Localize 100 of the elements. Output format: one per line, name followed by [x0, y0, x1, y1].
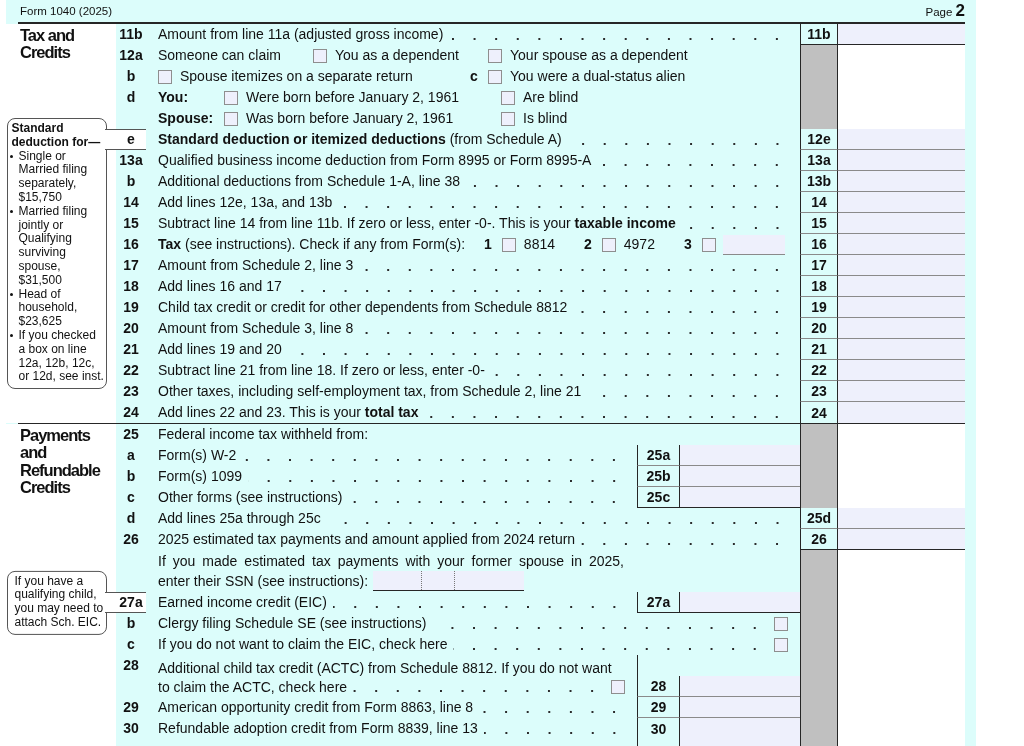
- line-label: 17: [123, 256, 139, 275]
- checkbox[interactable]: [611, 680, 625, 694]
- line-label: 11b: [119, 25, 143, 44]
- line-text: Other taxes, including self-employment tax, from Schedule 2, line 21: [158, 382, 582, 401]
- amount-field[interactable]: [837, 276, 965, 297]
- amount-field[interactable]: [837, 192, 965, 213]
- form-number: 1: [484, 235, 492, 254]
- line-text: Earned income credit (EIC): [158, 593, 327, 612]
- ssn-field[interactable]: [373, 571, 525, 591]
- checkbox[interactable]: [601, 237, 616, 252]
- line-text: Amount from line 11a (adjusted gross income): [158, 25, 444, 44]
- line-text: to claim the ACTC, check here: [158, 677, 348, 697]
- amount-field[interactable]: [837, 402, 965, 423]
- line-label: 30: [123, 719, 139, 738]
- checkbox[interactable]: [501, 111, 515, 126]
- amount-field[interactable]: [837, 381, 965, 402]
- amount-field[interactable]: [679, 676, 800, 697]
- checkbox[interactable]: [501, 90, 515, 105]
- note-heading: Standard deduction for—: [10, 122, 102, 150]
- line-label: b: [126, 614, 136, 633]
- line-text: 2025 estimated tax payments and amount applied from 2024 return: [158, 530, 576, 549]
- amount-field[interactable]: [837, 171, 965, 192]
- form-number-field[interactable]: [722, 234, 785, 255]
- section-title: Payments and Refundable Credits: [20, 426, 102, 497]
- amount-field[interactable]: [679, 697, 800, 718]
- amount-field[interactable]: [837, 150, 965, 171]
- line-label: 21: [123, 340, 139, 359]
- form-number: 2: [584, 235, 592, 254]
- bullet-icon: [9, 292, 13, 297]
- line-label: 25: [123, 425, 139, 444]
- amount-field[interactable]: [837, 234, 965, 255]
- amount-field[interactable]: [837, 529, 965, 550]
- line-text: enter their SSN (see instructions):: [158, 571, 369, 591]
- line-text: Tax (see instructions). Check if any from Form(s):: [158, 235, 466, 254]
- line-text: If you do not want to claim the EIC, check here: [158, 635, 448, 654]
- line-label: 24: [123, 403, 139, 422]
- amount-field[interactable]: [679, 592, 800, 613]
- checkbox[interactable]: [224, 90, 238, 105]
- amount-field[interactable]: [837, 360, 965, 381]
- checkbox[interactable]: [774, 637, 788, 652]
- line-text: Amount from Schedule 2, line 3: [158, 256, 354, 275]
- line-label: b: [126, 172, 136, 191]
- amount-field[interactable]: [837, 339, 965, 360]
- note-text: Married filing jointly or Qualifying surviving spouse, $31,500: [18, 204, 89, 288]
- checkbox[interactable]: [501, 237, 516, 252]
- checkbox[interactable]: [312, 48, 327, 63]
- form-label: 4972: [623, 235, 655, 254]
- line-label: d: [126, 88, 136, 107]
- section-title: Tax and Credits: [20, 26, 76, 62]
- line-text: Add lines 22 and 23. This is your total tax: [158, 403, 419, 422]
- amount-field[interactable]: [679, 466, 800, 487]
- checkbox[interactable]: [224, 111, 238, 126]
- amount-field[interactable]: [837, 318, 965, 339]
- option-label: Your spouse as a dependent: [510, 46, 688, 65]
- option-label: Was born before January 2, 1961: [246, 109, 454, 128]
- amount-field[interactable]: [837, 129, 965, 150]
- line-label: c: [127, 635, 135, 654]
- line-label: 14: [123, 193, 139, 212]
- amount-field[interactable]: [837, 255, 965, 276]
- line-text: Amount from Schedule 3, line 8: [158, 319, 354, 338]
- line-text: Standard deduction or itemized deductions (from Schedule A): [158, 130, 562, 149]
- option-label: Are blind: [523, 88, 579, 107]
- note-text: If you checked a box on line 12a, 12b, 12c, or 12d, see inst.: [18, 328, 105, 385]
- line-label: 28: [123, 656, 139, 675]
- line-label: c: [127, 488, 135, 507]
- amount-field[interactable]: [837, 24, 965, 45]
- note-text: Head of household, $23,625: [18, 287, 79, 329]
- amount-field[interactable]: [837, 508, 965, 529]
- line-text: Add lines 12e, 13a, and 13b: [158, 193, 333, 212]
- option-label: Is blind: [523, 109, 568, 128]
- line-label: a: [127, 446, 135, 465]
- line-label: 15: [123, 214, 139, 233]
- line-text: Subtract line 14 from line 11b. If zero or less, enter -0-. This is your taxable income: [158, 214, 676, 233]
- amount-field[interactable]: [837, 213, 965, 234]
- person-label: You:: [158, 88, 190, 107]
- option-label: You were a dual-status alien: [510, 67, 686, 86]
- amount-field[interactable]: [837, 297, 965, 318]
- line-text: Refundable adoption credit from Form 8839, line 13: [158, 719, 478, 738]
- amount-field[interactable]: [679, 487, 800, 508]
- line-label: 23: [123, 382, 139, 401]
- checkbox[interactable]: [488, 48, 502, 63]
- line-label: b: [126, 467, 136, 486]
- line-label: 22: [123, 361, 139, 380]
- line-label: e: [127, 130, 135, 149]
- bullet-icon: [9, 209, 13, 214]
- option-label: Were born before January 2, 1961: [246, 88, 459, 107]
- line-text: Clergy filing Schedule SE (see instructions): [158, 614, 427, 633]
- form-label: 8814: [523, 235, 555, 254]
- bullet-icon: [9, 154, 13, 159]
- amount-field[interactable]: [679, 718, 800, 739]
- line-label: d: [126, 509, 136, 528]
- checkbox[interactable]: [158, 69, 172, 84]
- amount-field[interactable]: [679, 445, 800, 466]
- checkbox[interactable]: [488, 69, 502, 84]
- line-text: Other forms (see instructions): [158, 488, 343, 507]
- checkbox[interactable]: [774, 616, 788, 631]
- person-label: Spouse:: [158, 109, 215, 128]
- amount-field[interactable]: [679, 739, 800, 746]
- line-label: 20: [123, 319, 139, 338]
- checkbox[interactable]: [701, 237, 716, 252]
